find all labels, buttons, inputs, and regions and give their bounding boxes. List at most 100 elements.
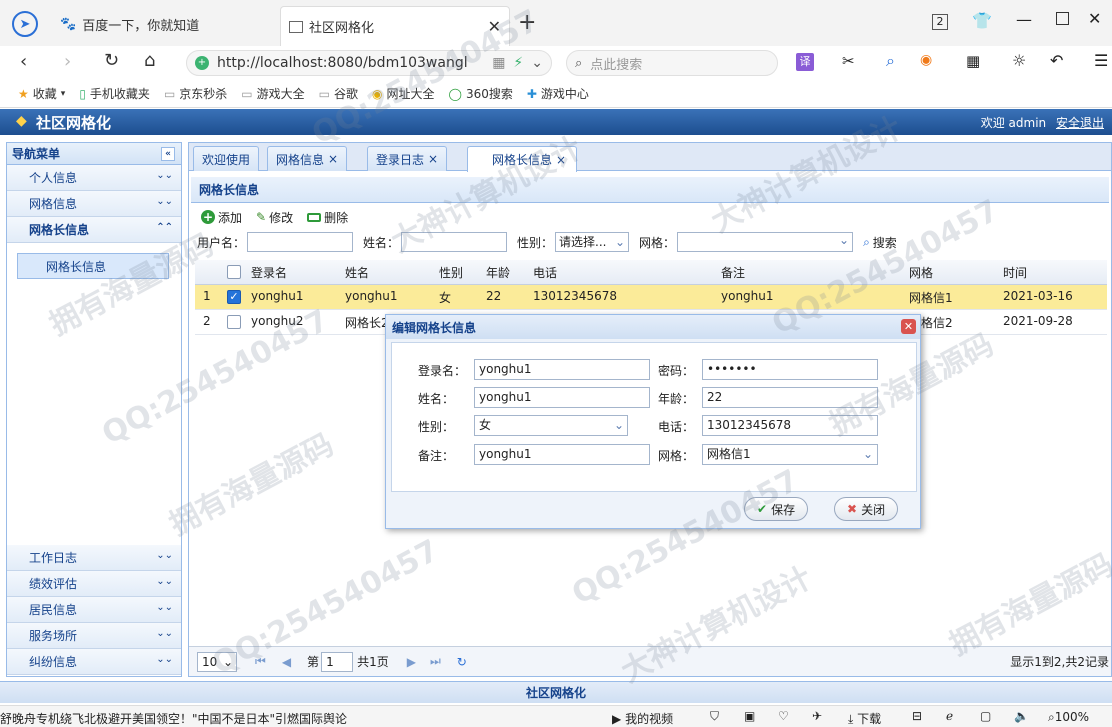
dialog-close-icon[interactable]: ✕ xyxy=(901,319,916,334)
brightness-icon[interactable]: ☼ xyxy=(1012,51,1026,70)
shield-icon[interactable]: ⛉ xyxy=(710,709,719,724)
delete-button[interactable]: 删除 xyxy=(307,209,348,226)
age-input[interactable]: 22 xyxy=(702,387,878,408)
grid-field[interactable]: 网格信1 ⌄ xyxy=(702,444,878,465)
bookmark-google[interactable]: ▭ 谷歌 xyxy=(319,85,358,102)
menu-icon[interactable]: ☰ xyxy=(1094,51,1108,70)
tab-grid-info[interactable]: 网格信息 × xyxy=(267,146,348,171)
reload-icon[interactable]: ↻ xyxy=(104,50,119,71)
bookmark-games[interactable]: ▭ 游戏大全 xyxy=(241,85,304,102)
close-icon[interactable]: × xyxy=(556,153,566,167)
nav-item-residents[interactable]: 居民信息 ⌄⌄ xyxy=(7,597,181,623)
refresh-icon[interactable]: ↻ xyxy=(457,655,467,669)
tab-login-log[interactable]: 登录日志 × xyxy=(367,146,448,171)
qr-icon[interactable]: ▦ xyxy=(492,55,505,71)
bookmark-sites[interactable]: ◉ 网址大全 xyxy=(372,85,435,102)
tab-welcome[interactable]: 欢迎使用 xyxy=(193,146,260,171)
bookmark-jd[interactable]: ▭ 京东秒杀 xyxy=(164,85,227,102)
prev-page-icon[interactable]: ◀ xyxy=(282,655,291,669)
download-button[interactable]: ⤓ 下载 xyxy=(848,710,881,727)
edit-button[interactable]: ✎ 修改 xyxy=(256,209,293,226)
nav-item-performance[interactable]: 绩效评估 ⌄⌄ xyxy=(7,571,181,597)
phone-input[interactable]: 13012345678 xyxy=(702,415,878,436)
image-icon[interactable]: ▣ xyxy=(744,709,755,723)
nav-item-worklog[interactable]: 工作日志 ⌄⌄ xyxy=(7,545,181,571)
window-icon[interactable]: ▢ xyxy=(980,709,991,723)
chevron-down-icon: ⌄⌄ xyxy=(156,628,173,639)
bookmark-360[interactable]: ◯ 360搜索 xyxy=(449,85,513,102)
gender-select[interactable]: 请选择... ⌄ xyxy=(555,232,630,252)
home-icon[interactable]: ⌂ xyxy=(144,50,155,71)
first-page-icon[interactable]: ⏮ xyxy=(255,654,266,669)
news-ticker[interactable]: 舒晚舟专机绕飞北极避开美国领空！"中国不是日本"引燃国际舆论 xyxy=(0,710,347,727)
back-icon[interactable]: ‹ xyxy=(20,51,27,72)
gender-field[interactable]: 女 ⌄ xyxy=(474,415,628,436)
tab-count-badge[interactable]: 2 xyxy=(932,14,948,30)
shirt-icon[interactable]: 👕 xyxy=(972,11,992,30)
minimize-icon[interactable]: — xyxy=(1016,10,1032,29)
next-page-icon[interactable]: ▶ xyxy=(407,655,416,669)
name-input[interactable] xyxy=(401,232,508,252)
download-icon: ⤓ xyxy=(848,712,854,726)
search-button[interactable]: ⌕ 搜索 xyxy=(863,234,897,251)
bolt-icon[interactable]: ⚡ xyxy=(513,55,523,71)
real-name-input[interactable]: yonghu1 xyxy=(474,387,650,408)
collapse-nav-icon[interactable]: « xyxy=(161,146,175,161)
baidu-paw-icon: 🐾 xyxy=(60,16,77,32)
nav-item-dispute[interactable]: 纠纷信息 ⌄⌄ xyxy=(7,649,181,675)
row-checkbox[interactable]: ✓ xyxy=(227,290,241,304)
select-all-checkbox[interactable] xyxy=(227,265,241,279)
apps-grid-icon[interactable]: ▦ xyxy=(966,52,980,70)
cast-icon[interactable]: ⊟ xyxy=(912,709,922,723)
nav-subitem-grid-leader[interactable]: 网格长信息 xyxy=(17,253,169,279)
edit-dialog: 编辑网格长信息 ✕ 登录名： yonghu1 密码： ••••••• 姓名： y… xyxy=(385,314,921,529)
close-window-icon[interactable]: ✕ xyxy=(1088,9,1101,28)
magnifier-icon[interactable]: ⌕ xyxy=(886,51,895,71)
logout-link[interactable]: 安全退出 xyxy=(1056,116,1104,130)
nav-item-grid-leader[interactable]: 网格长信息 ⌃⌃ xyxy=(7,217,181,243)
add-button[interactable]: + 添加 xyxy=(201,209,242,226)
username-input[interactable] xyxy=(247,232,354,252)
speaker-icon[interactable]: 🔈 xyxy=(1014,709,1029,723)
page-number-input[interactable]: 1 xyxy=(321,651,354,672)
browser-search-input[interactable]: ⌕ 点此搜索 xyxy=(566,50,778,76)
undo-icon[interactable]: ↶ xyxy=(1050,51,1063,70)
browser-logo-icon[interactable]: ➤ xyxy=(12,11,38,37)
close-icon[interactable]: × xyxy=(328,152,338,166)
url-field[interactable]: + http://localhost:8080/bdm103wangl ▦ ⚡ … xyxy=(186,50,552,76)
browser-tab-app[interactable]: 社区网格化 ✕ xyxy=(280,6,510,46)
my-video-button[interactable]: ▶ 我的视频 xyxy=(612,710,673,727)
browser-tab-baidu[interactable]: 🐾 百度一下，你就知道 xyxy=(52,8,272,40)
remark-input[interactable]: yonghu1 xyxy=(474,444,650,465)
close-button[interactable]: ✖ 关闭 xyxy=(834,497,899,521)
nav-item-personal[interactable]: 个人信息 ⌄⌄ xyxy=(7,165,181,191)
bookmark-game-center[interactable]: ✚ 游戏中心 xyxy=(527,85,589,102)
nav-item-service[interactable]: 服务场所 ⌄⌄ xyxy=(7,623,181,649)
forward-icon[interactable]: › xyxy=(64,51,71,72)
page-size-select[interactable]: 10 ⌄ xyxy=(197,651,237,672)
translate-icon[interactable]: 译 xyxy=(796,53,814,71)
login-name-input[interactable]: yonghu1 xyxy=(474,359,650,380)
scissors-icon[interactable]: ✂ xyxy=(842,52,855,70)
nav-item-grid[interactable]: 网格信息 ⌄⌄ xyxy=(7,191,181,217)
url-dropdown-icon[interactable]: ⌄ xyxy=(531,55,543,71)
save-button[interactable]: ✔ 保存 xyxy=(744,497,809,521)
close-icon[interactable]: × xyxy=(428,152,438,166)
tab-close-icon[interactable]: ✕ xyxy=(488,17,501,36)
heart-icon[interactable]: ♡ xyxy=(778,709,789,723)
zoom-control[interactable]: ⌕100% xyxy=(1048,710,1089,725)
password-input[interactable]: ••••••• xyxy=(702,359,878,380)
last-page-icon[interactable]: ⏭ xyxy=(430,654,441,669)
new-tab-button[interactable]: + xyxy=(518,10,536,35)
nav-panel: 导航菜单 « 个人信息 ⌄⌄ 网格信息 ⌄⌄ 网格长信息 ⌃⌃ 网格长信息 工作日志 ⌄… xyxy=(6,142,182,677)
plane-icon[interactable]: ✈ xyxy=(812,709,822,723)
ie-icon[interactable]: ℯ xyxy=(946,709,953,723)
table-row[interactable]: 1 ✓ yonghu1 yonghu1 女 22 13012345678 yon… xyxy=(195,285,1107,310)
row-checkbox[interactable] xyxy=(227,315,241,329)
bookmark-mobile[interactable]: ▯ 手机收藏夹 xyxy=(79,85,150,102)
grid-select[interactable]: ⌄ xyxy=(677,232,854,252)
maximize-icon[interactable] xyxy=(1056,12,1069,25)
game-icon[interactable]: ◉ xyxy=(920,52,932,68)
bookmark-favorites[interactable]: ★ 收藏 ▾ xyxy=(18,85,65,102)
tab-grid-leader[interactable]: 网格长信息 × xyxy=(467,146,577,172)
